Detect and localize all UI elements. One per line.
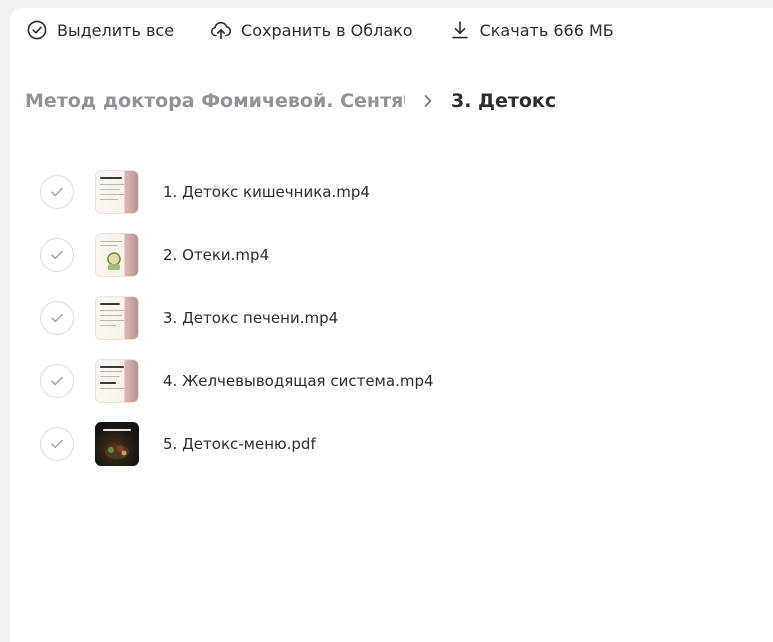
- file-name: 5. Детокс-меню.pdf: [163, 434, 316, 453]
- file-name: 1. Детокс кишечника.mp4: [163, 182, 370, 201]
- file-name: 2. Отеки.mp4: [163, 245, 270, 264]
- checkbox[interactable]: [40, 300, 74, 335]
- file-row[interactable]: 3. Детокс печени.mp4: [40, 286, 740, 349]
- check-icon: [51, 250, 63, 259]
- file-row[interactable]: 2. Отеки.mp4: [40, 223, 740, 286]
- checkbox[interactable]: [40, 237, 74, 272]
- breadcrumb: Метод доктора Фомичевой. Сентябр... 3. Д…: [25, 88, 556, 114]
- breadcrumb-current: 3. Детокс: [451, 90, 557, 112]
- file-row[interactable]: 1. Детокс кишечника.mp4: [40, 160, 740, 223]
- check-icon: [51, 313, 63, 322]
- video-thumbnail: [95, 169, 139, 214]
- file-name: 4. Желчевыводящая система.mp4: [163, 371, 434, 390]
- check-icon: [51, 376, 63, 385]
- file-row[interactable]: 5. Детокс-меню.pdf: [40, 412, 740, 475]
- select-all-button[interactable]: Выделить все: [26, 18, 174, 42]
- file-list: 1. Детокс кишечника.mp4 2. Отеки.mp4 3. …: [40, 160, 740, 475]
- save-to-cloud-button[interactable]: Сохранить в Облако: [210, 18, 413, 42]
- download-label: Скачать 666 МБ: [479, 20, 614, 40]
- file-name: 3. Детокс печени.mp4: [163, 308, 339, 327]
- toolbar: Выделить все Сохранить в Облако Скачать …: [26, 18, 650, 42]
- cloud-upload-icon: [210, 19, 232, 41]
- check-circle-icon: [26, 19, 48, 41]
- download-icon: [449, 19, 471, 41]
- chevron-right-icon: [413, 88, 443, 114]
- select-all-label: Выделить все: [57, 20, 175, 40]
- breadcrumb-parent-link[interactable]: Метод доктора Фомичевой. Сентябр...: [25, 90, 405, 112]
- pdf-thumbnail: [95, 421, 139, 466]
- checkbox[interactable]: [40, 363, 74, 398]
- checkbox[interactable]: [40, 426, 74, 461]
- download-button[interactable]: Скачать 666 МБ: [449, 18, 614, 42]
- video-thumbnail: [95, 295, 139, 340]
- checkbox[interactable]: [40, 174, 74, 209]
- file-row[interactable]: 4. Желчевыводящая система.mp4: [40, 349, 740, 412]
- video-thumbnail: [95, 232, 139, 277]
- video-thumbnail: [95, 358, 139, 403]
- check-icon: [51, 439, 63, 448]
- check-icon: [51, 187, 63, 196]
- save-to-cloud-label: Сохранить в Облако: [241, 20, 413, 40]
